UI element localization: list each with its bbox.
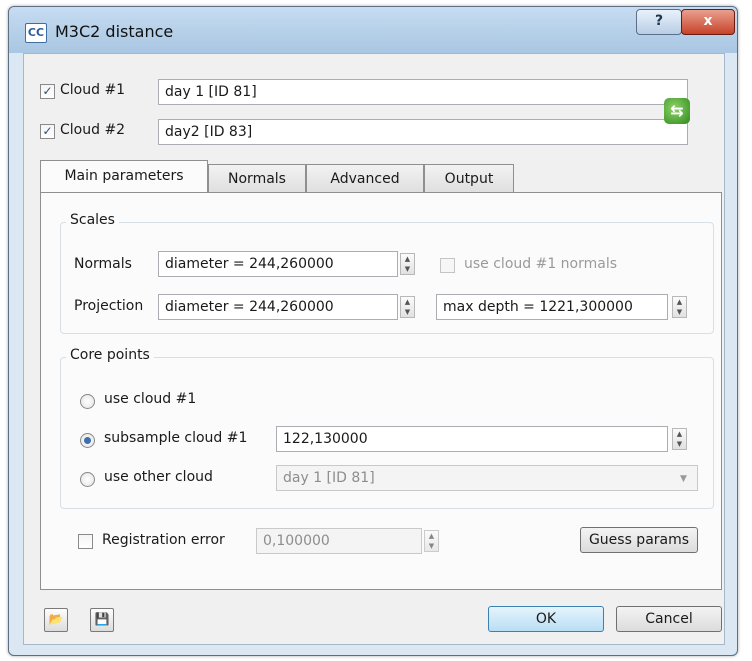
core-points-title: Core points bbox=[66, 347, 154, 363]
subsample-distance-field[interactable]: 122,130000 bbox=[276, 426, 668, 452]
normals-label: Normals bbox=[74, 256, 132, 272]
cloud2-checkbox[interactable]: ✓ bbox=[40, 124, 55, 139]
scales-title: Scales bbox=[66, 212, 119, 228]
subsample-cloud1-radio[interactable] bbox=[80, 433, 95, 448]
projection-scale-field[interactable]: diameter = 244,260000 bbox=[158, 294, 398, 320]
use-cloud1-normals-checkbox[interactable] bbox=[440, 258, 455, 273]
tab-normals[interactable]: Normals bbox=[208, 164, 306, 194]
chevron-down-icon[interactable]: ▼ bbox=[680, 474, 687, 484]
use-cloud1-normals-label: use cloud #1 normals bbox=[464, 256, 618, 272]
ok-button[interactable]: OK bbox=[488, 606, 604, 632]
close-button[interactable]: x bbox=[681, 9, 735, 35]
registration-error-label: Registration error bbox=[102, 532, 225, 548]
cloud1-label: Cloud #1 bbox=[60, 82, 126, 98]
projection-scale-spinner[interactable]: ▲ ▼ bbox=[400, 296, 415, 318]
cloud2-label: Cloud #2 bbox=[60, 122, 126, 138]
help-button[interactable]: ? bbox=[636, 9, 682, 35]
subsample-cloud1-label: subsample cloud #1 bbox=[104, 430, 248, 446]
cloud2-field[interactable]: day2 [ID 83] bbox=[158, 119, 688, 145]
max-depth-spinner[interactable]: ▲ ▼ bbox=[672, 296, 687, 318]
tab-output[interactable]: Output bbox=[424, 164, 514, 194]
cloudcompare-app-icon: CC bbox=[25, 23, 47, 43]
other-cloud-combo[interactable]: day 1 [ID 81] bbox=[276, 465, 698, 491]
swap-clouds-icon[interactable]: ⇆ bbox=[664, 98, 690, 124]
max-depth-field[interactable]: max depth = 1221,300000 bbox=[436, 294, 668, 320]
normals-scale-spinner[interactable]: ▲ ▼ bbox=[400, 253, 415, 275]
use-other-cloud-radio[interactable] bbox=[80, 472, 95, 487]
save-params-icon[interactable]: 💾 bbox=[90, 608, 114, 632]
guess-params-button[interactable]: Guess params bbox=[580, 527, 698, 553]
load-params-icon[interactable]: 📂 bbox=[44, 608, 68, 632]
title-bar[interactable]: CC M3C2 distance ? x bbox=[9, 7, 737, 53]
subsample-distance-spinner[interactable]: ▲ ▼ bbox=[672, 428, 687, 450]
cloud1-field[interactable]: day 1 [ID 81] bbox=[158, 79, 688, 105]
use-other-cloud-label: use other cloud bbox=[104, 469, 213, 485]
registration-error-checkbox[interactable] bbox=[78, 534, 93, 549]
normals-scale-field[interactable]: diameter = 244,260000 bbox=[158, 251, 398, 277]
cancel-button[interactable]: Cancel bbox=[616, 606, 722, 632]
window-title: M3C2 distance bbox=[55, 22, 174, 41]
tab-advanced[interactable]: Advanced bbox=[306, 164, 424, 194]
projection-label: Projection bbox=[74, 298, 144, 314]
cloud1-checkbox[interactable]: ✓ bbox=[40, 84, 55, 99]
use-cloud1-label: use cloud #1 bbox=[104, 391, 197, 407]
use-cloud1-radio[interactable] bbox=[80, 394, 95, 409]
registration-error-spinner[interactable]: ▲ ▼ bbox=[424, 530, 439, 552]
registration-error-field[interactable]: 0,100000 bbox=[256, 528, 422, 554]
tab-main-parameters[interactable]: Main parameters bbox=[40, 160, 208, 193]
